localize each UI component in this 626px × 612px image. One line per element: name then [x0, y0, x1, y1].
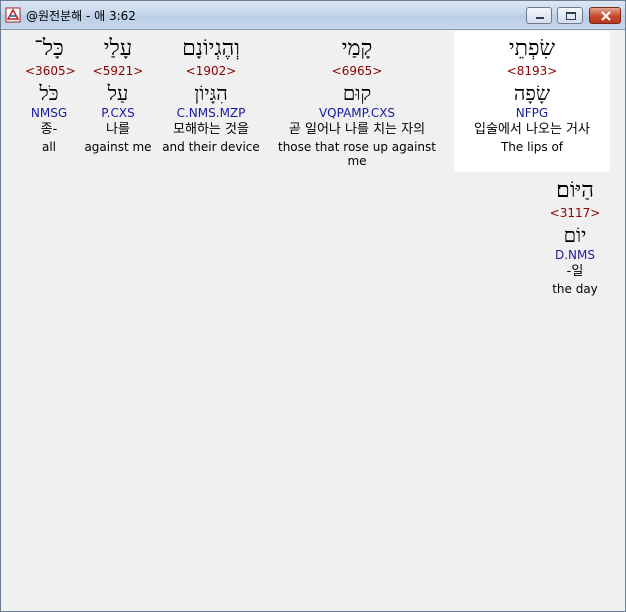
hebrew-lemma: קוּם: [342, 81, 372, 105]
app-icon[interactable]: [5, 7, 21, 23]
english-gloss: The lips of: [500, 140, 564, 154]
korean-gloss: 입술에서 나오는 거사: [474, 122, 590, 137]
parsing-code: NMSG: [30, 106, 68, 120]
minimize-icon: [536, 17, 544, 19]
word-cell[interactable]: וְהֶגְיוֹנָם <1902> הִגָּיוֹן C.NMS.MZP …: [161, 36, 261, 156]
english-gloss: those that rose up against me: [277, 140, 436, 168]
window-title: @원전분해 - 애 3:62: [26, 9, 136, 23]
hebrew-word: וְהֶגְיוֹנָם: [182, 36, 240, 61]
strongs-number[interactable]: <3605>: [25, 64, 76, 80]
close-icon: [601, 11, 611, 21]
parsing-code: C.NMS.MZP: [176, 106, 246, 120]
strongs-number[interactable]: <6965>: [267, 64, 447, 80]
parsing-code: D.NMS: [554, 248, 595, 262]
word-grid: כָּל־ <3605> כֹּל NMSG 종- all עָלַי <592…: [5, 31, 621, 609]
parsing-code: VQPAMP.CXS: [318, 106, 396, 120]
hebrew-lemma: יוֹם: [563, 223, 587, 247]
english-gloss: the day: [552, 282, 598, 296]
korean-gloss: 나를: [106, 122, 130, 137]
hebrew-lemma: עַל: [107, 81, 129, 105]
close-button[interactable]: [589, 7, 621, 24]
korean-gloss: 종-: [40, 122, 58, 137]
word-cell[interactable]: כָּל־ <3605> כֹּל NMSG 종- all: [25, 36, 76, 156]
maximize-icon: [566, 12, 576, 20]
parsing-code: P.CXS: [101, 106, 135, 120]
strongs-number[interactable]: <3117>: [537, 206, 613, 222]
hebrew-word: קָמַי: [341, 36, 373, 61]
english-gloss: all: [41, 140, 57, 154]
word-cell-selected[interactable]: שִׂפְתֵי <8193> שָׂפָה NFPG 입술에서 나오는 거사 …: [454, 31, 610, 172]
english-gloss: and their device: [162, 140, 260, 154]
parsing-code: NFPG: [515, 106, 549, 120]
korean-gloss: -일: [566, 264, 584, 279]
hebrew-word: עָלַי: [103, 36, 133, 61]
hebrew-lemma: כֹּל: [39, 81, 59, 105]
hebrew-word: שִׂפְתֵי: [508, 36, 556, 61]
maximize-button[interactable]: [557, 7, 583, 24]
korean-gloss: 곧 일어나 나를 치는 자의: [288, 122, 426, 137]
hebrew-word: הַיּוֹם׃: [556, 178, 594, 203]
english-gloss: against me: [84, 140, 152, 154]
strongs-number[interactable]: <8193>: [454, 64, 610, 80]
word-cell[interactable]: הַיּוֹם׃ <3117> יוֹם D.NMS -일 the day: [537, 178, 613, 298]
strongs-number[interactable]: <1902>: [161, 64, 261, 80]
main-window: @원전분해 - 애 3:62 כָּל־ <3605> כֹּל NMSG 종-…: [0, 0, 626, 612]
hebrew-lemma: שָׂפָה: [513, 81, 551, 105]
hebrew-word: כָּל־: [34, 36, 64, 61]
title-bar[interactable]: @원전분해 - 애 3:62: [1, 1, 625, 30]
korean-gloss: 모해하는 것을: [173, 122, 249, 137]
hebrew-lemma: הִגָּיוֹן: [194, 81, 228, 105]
word-cell[interactable]: קָמַי <6965> קוּם VQPAMP.CXS 곧 일어나 나를 치는…: [267, 36, 447, 168]
word-cell[interactable]: עָלַי <5921> עַל P.CXS 나를 against me: [83, 36, 153, 156]
minimize-button[interactable]: [526, 7, 552, 24]
strongs-number[interactable]: <5921>: [83, 64, 153, 80]
